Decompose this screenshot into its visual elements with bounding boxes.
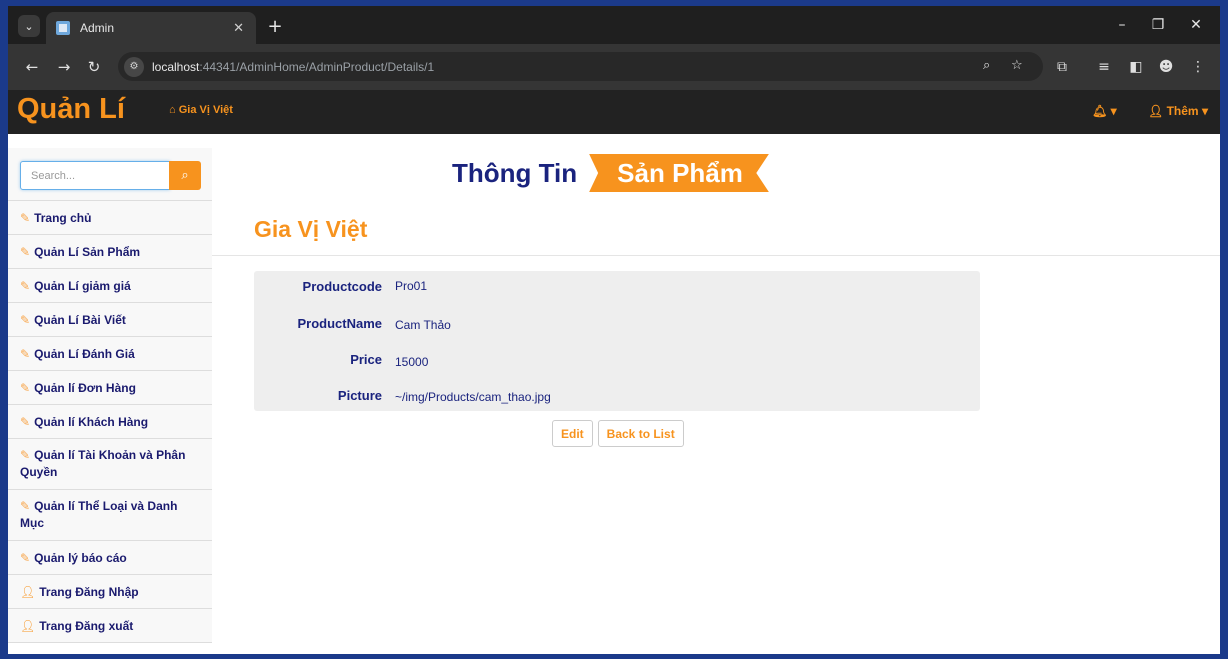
sidebar-item-label: Trang chủ [34, 210, 92, 225]
sidebar-item-label: Quản Lí Đánh Giá [34, 346, 135, 361]
forward-icon[interactable]: → [54, 57, 74, 77]
sidebar-item-label: Quản lí Đơn Hàng [34, 380, 136, 395]
edit-icon: ✎ [20, 210, 31, 225]
tab-admin[interactable]: Admin ✕ [46, 12, 256, 44]
more-dropdown[interactable]: 👤︎ Thêm ▾ [1148, 104, 1208, 118]
divider [212, 255, 1220, 256]
sidebar-item-logout[interactable]: 👤︎ Trang Đăng xuất [8, 609, 212, 643]
field-label: ProductName [297, 316, 382, 331]
media-controls-icon[interactable]: ≡ [1094, 57, 1114, 77]
search-input[interactable] [20, 161, 170, 190]
sidebar-item-posts[interactable]: ✎ Quản Lí Bài Viết [8, 303, 212, 337]
url-host: localhost [152, 59, 200, 74]
extensions-icon[interactable]: ⧉ [1052, 57, 1072, 77]
product-title: Gia Vị Việt [254, 216, 368, 242]
field-value: Pro01 [395, 279, 428, 293]
menu-kebab-icon[interactable]: ⋮ [1188, 57, 1208, 77]
sidebar-item-label: Trang Đăng Nhập [39, 584, 139, 599]
sidebar-item-label: Quản lí Tài Khoản và Phân Quyền [20, 448, 186, 479]
heading-ribbon: Sản Phẩm [589, 154, 769, 192]
more-label: Thêm [1166, 104, 1199, 118]
heading-text: Thông Tin [452, 157, 578, 188]
restore-icon[interactable]: ❐ [1146, 14, 1170, 36]
search-icon: ⌕ [181, 168, 189, 183]
reload-icon[interactable]: ↻ [84, 57, 104, 77]
sidebar-item-label: Quản lý báo cáo [34, 550, 127, 565]
edit-icon: ✎ [20, 278, 31, 293]
toolbar: ← → ↻ ⚙ localhost:44341/AdminHome/AdminP… [8, 44, 1220, 90]
edit-icon: ✎ [20, 380, 31, 395]
profile-avatar-icon[interactable]: ☻ [1156, 57, 1176, 77]
brand-title[interactable]: Quản Lí [17, 93, 125, 126]
side-panel-icon[interactable]: ◧ [1126, 57, 1146, 77]
close-window-icon[interactable]: ✕ [1184, 14, 1208, 36]
sidebar-item-label: Quản Lí Sản Phẩm [34, 244, 141, 259]
field-label: Picture [337, 388, 382, 403]
action-buttons: Edit Back to List [552, 420, 684, 447]
caret-down-icon: ▾ [1110, 104, 1117, 118]
back-to-list-button[interactable]: Back to List [597, 420, 684, 447]
notifications-dropdown[interactable]: 🔔︎ ▾ [1092, 104, 1117, 118]
url-path: :44341/AdminHome/AdminProduct/Details/1 [199, 59, 435, 74]
app-navbar: Quản Lí ⌂ Gia Vị Việt 🔔︎ ▾ 👤︎ Thêm ▾ [8, 90, 1220, 134]
details-panel: Productcode Pro01 ProductName Cam Thảo P… [254, 271, 980, 411]
sidebar-item-label: Quản Lí Bài Viết [34, 312, 126, 327]
sidebar: ⌕ ✎Trang chủ ✎Quản Lí Sản Phẩm ✎Quản Lí … [8, 148, 212, 643]
sidebar-item-customers[interactable]: ✎ Quản lí Khách Hàng [8, 405, 212, 439]
site-info-icon[interactable]: ⚙ [124, 56, 144, 77]
bell-icon: 🔔︎ [1092, 104, 1108, 118]
edit-icon: ✎ [20, 414, 31, 429]
user-icon: 👤︎ [20, 584, 36, 599]
sidebar-item-accounts[interactable]: ✎ Quản lí Tài Khoản và Phân Quyền [8, 439, 212, 490]
nav-home-label: Gia Vị Việt [178, 104, 233, 116]
user-icon: 👤︎ [1148, 104, 1167, 118]
sidebar-item-categories[interactable]: ✎ Quản lí Thể Loại và Danh Mục [8, 490, 212, 541]
sidebar-item-label: Trang Đăng xuất [39, 618, 134, 633]
bookmark-star-icon[interactable]: ☆ [1011, 58, 1023, 73]
nav-home-link[interactable]: ⌂ Gia Vị Việt [169, 104, 233, 116]
address-bar[interactable]: ⚙ localhost:44341/AdminHome/AdminProduct… [118, 52, 1043, 81]
edit-icon: ✎ [20, 448, 31, 462]
back-icon[interactable]: ← [22, 57, 42, 77]
sidebar-item-discounts[interactable]: ✎ Quản Lí giảm giá [8, 269, 212, 303]
edit-icon: ✎ [20, 312, 31, 327]
field-label: Price [350, 352, 382, 367]
sidebar-item-reviews[interactable]: ✎ Quản Lí Đánh Giá [8, 337, 212, 371]
edit-button[interactable]: Edit [552, 420, 593, 447]
close-tab-icon[interactable]: ✕ [233, 21, 244, 36]
search-button[interactable]: ⌕ [169, 161, 201, 190]
zoom-icon[interactable]: ⌕ [983, 58, 990, 73]
field-label: Productcode [302, 279, 382, 294]
tab-search-icon[interactable]: ⌄ [18, 15, 40, 37]
tab-title: Admin [80, 21, 115, 35]
sidebar-item-label: Quản Lí giảm giá [34, 278, 131, 293]
sidebar-item-label: Quản lí Khách Hàng [34, 414, 149, 429]
edit-icon: ✎ [20, 346, 31, 361]
minimize-icon[interactable]: – [1110, 14, 1134, 36]
sidebar-item-products[interactable]: ✎ Quản Lí Sản Phẩm [8, 235, 212, 269]
tab-strip: ⌄ Admin ✕ + – ❐ ✕ [8, 6, 1220, 44]
field-value: ~/img/Products/cam_thao.jpg [395, 390, 551, 404]
browser-window: ⌄ Admin ✕ + – ❐ ✕ ← → ↻ ⚙ localhost:4434… [8, 6, 1220, 654]
field-value: Cam Thảo [395, 318, 451, 332]
user-icon: 👤︎ [20, 618, 36, 633]
home-icon: ⌂ [169, 104, 179, 116]
url-text: localhost:44341/AdminHome/AdminProduct/D… [152, 60, 434, 74]
caret-down-icon: ▾ [1201, 104, 1208, 118]
sidebar-item-reports[interactable]: ✎ Quản lý báo cáo [8, 541, 212, 575]
new-tab-icon[interactable]: + [264, 15, 286, 37]
edit-icon: ✎ [20, 550, 31, 565]
sidebar-item-login[interactable]: 👤︎ Trang Đăng Nhập [8, 575, 212, 609]
favicon-icon [56, 21, 70, 35]
sidebar-item-orders[interactable]: ✎ Quản lí Đơn Hàng [8, 371, 212, 405]
page-heading: Thông Tin Sản Phẩm [452, 154, 769, 192]
search-form: ⌕ [8, 148, 212, 201]
edit-icon: ✎ [20, 499, 31, 513]
edit-icon: ✎ [20, 244, 31, 259]
field-value: 15000 [395, 355, 429, 369]
sidebar-item-trang-chu[interactable]: ✎ Trang chủ [8, 201, 212, 235]
sidebar-item-label: Quản lí Thể Loại và Danh Mục [20, 499, 178, 530]
